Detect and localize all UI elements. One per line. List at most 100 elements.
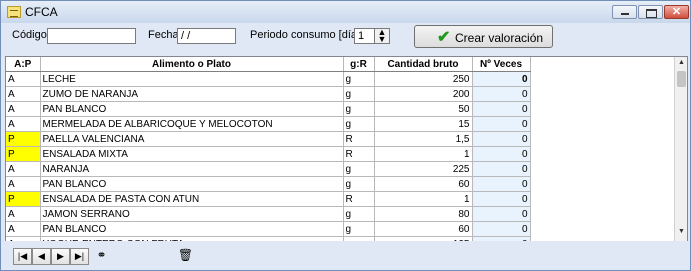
table-row[interactable]: A PAN BLANCO g 50 0 [6, 101, 531, 117]
table-row[interactable]: P PAELLA VALENCIANA R 1,5 0 [6, 131, 531, 147]
cantidad-cell[interactable]: 50 [374, 101, 473, 117]
alimento-cell[interactable]: PAN BLANCO [40, 101, 344, 117]
table-row[interactable]: A PAN BLANCO g 60 0 [6, 176, 531, 192]
veces-cell[interactable]: 0 [472, 146, 531, 162]
veces-cell[interactable]: 0 [472, 161, 531, 177]
ap-cell[interactable]: A [6, 221, 41, 237]
veces-cell[interactable]: 0 [472, 101, 531, 117]
ap-cell[interactable]: A [6, 71, 41, 87]
ap-cell[interactable]: P [6, 191, 41, 207]
veces-cell[interactable]: 0 [472, 221, 531, 237]
table-row[interactable]: A PAN BLANCO g 60 0 [6, 221, 531, 237]
cantidad-cell[interactable]: 200 [374, 86, 473, 102]
checkmark-icon: ✔ [437, 29, 451, 46]
column-header-gr[interactable]: g:R [343, 57, 375, 72]
unit-cell[interactable]: R [343, 191, 375, 207]
unit-cell[interactable]: R [343, 146, 375, 162]
alimento-cell[interactable]: ENSALADA MIXTA [40, 146, 344, 162]
scroll-down-icon[interactable]: ▼ [676, 228, 687, 239]
table-row[interactable]: A MERMELADA DE ALBARICOQUE Y MELOCOTON g 15… [6, 116, 531, 132]
codigo-input[interactable] [47, 28, 136, 44]
alimento-cell[interactable]: ZUMO DE NARANJA [40, 86, 344, 102]
last-record-button[interactable]: ▶| [70, 248, 89, 265]
veces-cell[interactable]: 0 [472, 131, 531, 147]
column-header-alimento[interactable]: Alimento o Plato [40, 57, 344, 72]
scroll-thumb[interactable] [677, 71, 686, 87]
crear-valoracion-label: Crear valoración [455, 31, 544, 45]
cantidad-cell[interactable]: 250 [374, 71, 473, 87]
alimento-cell[interactable]: NARANJA [40, 161, 344, 177]
table-row[interactable]: P ENSALADA DE PASTA CON ATUN R 1 0 [6, 191, 531, 207]
alimento-cell[interactable]: PAN BLANCO [40, 176, 344, 192]
column-header-cantidad[interactable]: Cantidad bruto [374, 57, 473, 72]
cantidad-cell[interactable]: 80 [374, 206, 473, 222]
veces-cell[interactable]: 0 [472, 71, 531, 87]
next-record-button[interactable]: ▶ [51, 248, 70, 265]
ap-cell[interactable]: A [6, 86, 41, 102]
periodo-input[interactable]: 1 [354, 28, 375, 44]
alimento-cell[interactable]: PAN BLANCO [40, 221, 344, 237]
scroll-up-icon[interactable]: ▲ [676, 59, 687, 70]
cantidad-cell[interactable]: 15 [374, 116, 473, 132]
unit-cell[interactable]: R [343, 131, 375, 147]
cantidad-cell[interactable]: 1 [374, 146, 473, 162]
search-button[interactable]: ⚭ [93, 247, 110, 264]
cantidad-cell[interactable]: 60 [374, 221, 473, 237]
periodo-spinner[interactable]: ▲ ▼ [374, 28, 390, 44]
alimento-cell[interactable]: JAMON SERRANO [40, 206, 344, 222]
delete-button[interactable]: 🗑 [177, 247, 194, 264]
record-navigation-bar: |◀ ◀ ▶ ▶| ⚭ 🗑 [1, 241, 690, 270]
ap-cell[interactable]: A [6, 206, 41, 222]
first-record-button[interactable]: |◀ [13, 248, 32, 265]
ap-cell[interactable]: A [6, 116, 41, 132]
unit-cell[interactable]: g [343, 86, 375, 102]
table-row[interactable]: A LECHE g 250 0 [6, 71, 531, 87]
maximize-icon [646, 9, 657, 18]
ap-cell[interactable]: A [6, 161, 41, 177]
alimento-cell[interactable]: PAELLA VALENCIANA [40, 131, 344, 147]
cantidad-cell[interactable]: 60 [374, 176, 473, 192]
veces-cell[interactable]: 0 [472, 191, 531, 207]
ap-cell[interactable]: A [6, 176, 41, 192]
codigo-label: Código [12, 29, 47, 41]
column-header-ap[interactable]: A:P [6, 57, 41, 72]
trash-icon: 🗑 [177, 248, 194, 262]
unit-cell[interactable]: g [343, 101, 375, 117]
unit-cell[interactable]: g [343, 161, 375, 177]
veces-cell[interactable]: 0 [472, 206, 531, 222]
unit-cell[interactable]: g [343, 206, 375, 222]
cantidad-cell[interactable]: 1,5 [374, 131, 473, 147]
table-row[interactable]: A JAMON SERRANO g 80 0 [6, 206, 531, 222]
cantidad-cell[interactable]: 1 [374, 191, 473, 207]
alimento-cell[interactable]: ENSALADA DE PASTA CON ATUN [40, 191, 344, 207]
table-row[interactable]: P ENSALADA MIXTA R 1 0 [6, 146, 531, 162]
veces-cell[interactable]: 0 [472, 176, 531, 192]
ap-cell[interactable]: A [6, 101, 41, 117]
vertical-scrollbar[interactable]: ▲ ▼ [674, 57, 687, 241]
food-table: A:P Alimento o Plato g:R Cantidad bruto … [6, 57, 531, 241]
table-row[interactable]: A ZUMO DE NARANJA g 200 0 [6, 86, 531, 102]
previous-record-button[interactable]: ◀ [32, 248, 51, 265]
ap-cell[interactable]: P [6, 146, 41, 162]
minimize-button[interactable] [612, 5, 637, 19]
cantidad-cell[interactable]: 225 [374, 161, 473, 177]
table-header-row: A:P Alimento o Plato g:R Cantidad bruto … [6, 57, 531, 72]
periodo-label: Periodo consumo [días] [250, 29, 366, 41]
unit-cell[interactable]: g [343, 116, 375, 132]
unit-cell[interactable]: g [343, 176, 375, 192]
fecha-input[interactable]: / / [177, 28, 236, 44]
veces-cell[interactable]: 0 [472, 86, 531, 102]
unit-cell[interactable]: g [343, 221, 375, 237]
unit-cell[interactable]: g [343, 71, 375, 87]
previous-record-icon: ◀ [38, 251, 45, 261]
alimento-cell[interactable]: LECHE [40, 71, 344, 87]
table-row[interactable]: A NARANJA g 225 0 [6, 161, 531, 177]
column-header-veces[interactable]: Nº Veces [472, 57, 531, 72]
maximize-button[interactable] [638, 5, 663, 19]
close-button[interactable]: ✕ [664, 5, 689, 19]
ap-cell[interactable]: P [6, 131, 41, 147]
spinner-arrows-icon: ▲ ▼ [377, 27, 387, 44]
crear-valoracion-button[interactable]: ✔ Crear valoración [414, 25, 553, 48]
alimento-cell[interactable]: MERMELADA DE ALBARICOQUE Y MELOCOTON [40, 116, 344, 132]
veces-cell[interactable]: 0 [472, 116, 531, 132]
